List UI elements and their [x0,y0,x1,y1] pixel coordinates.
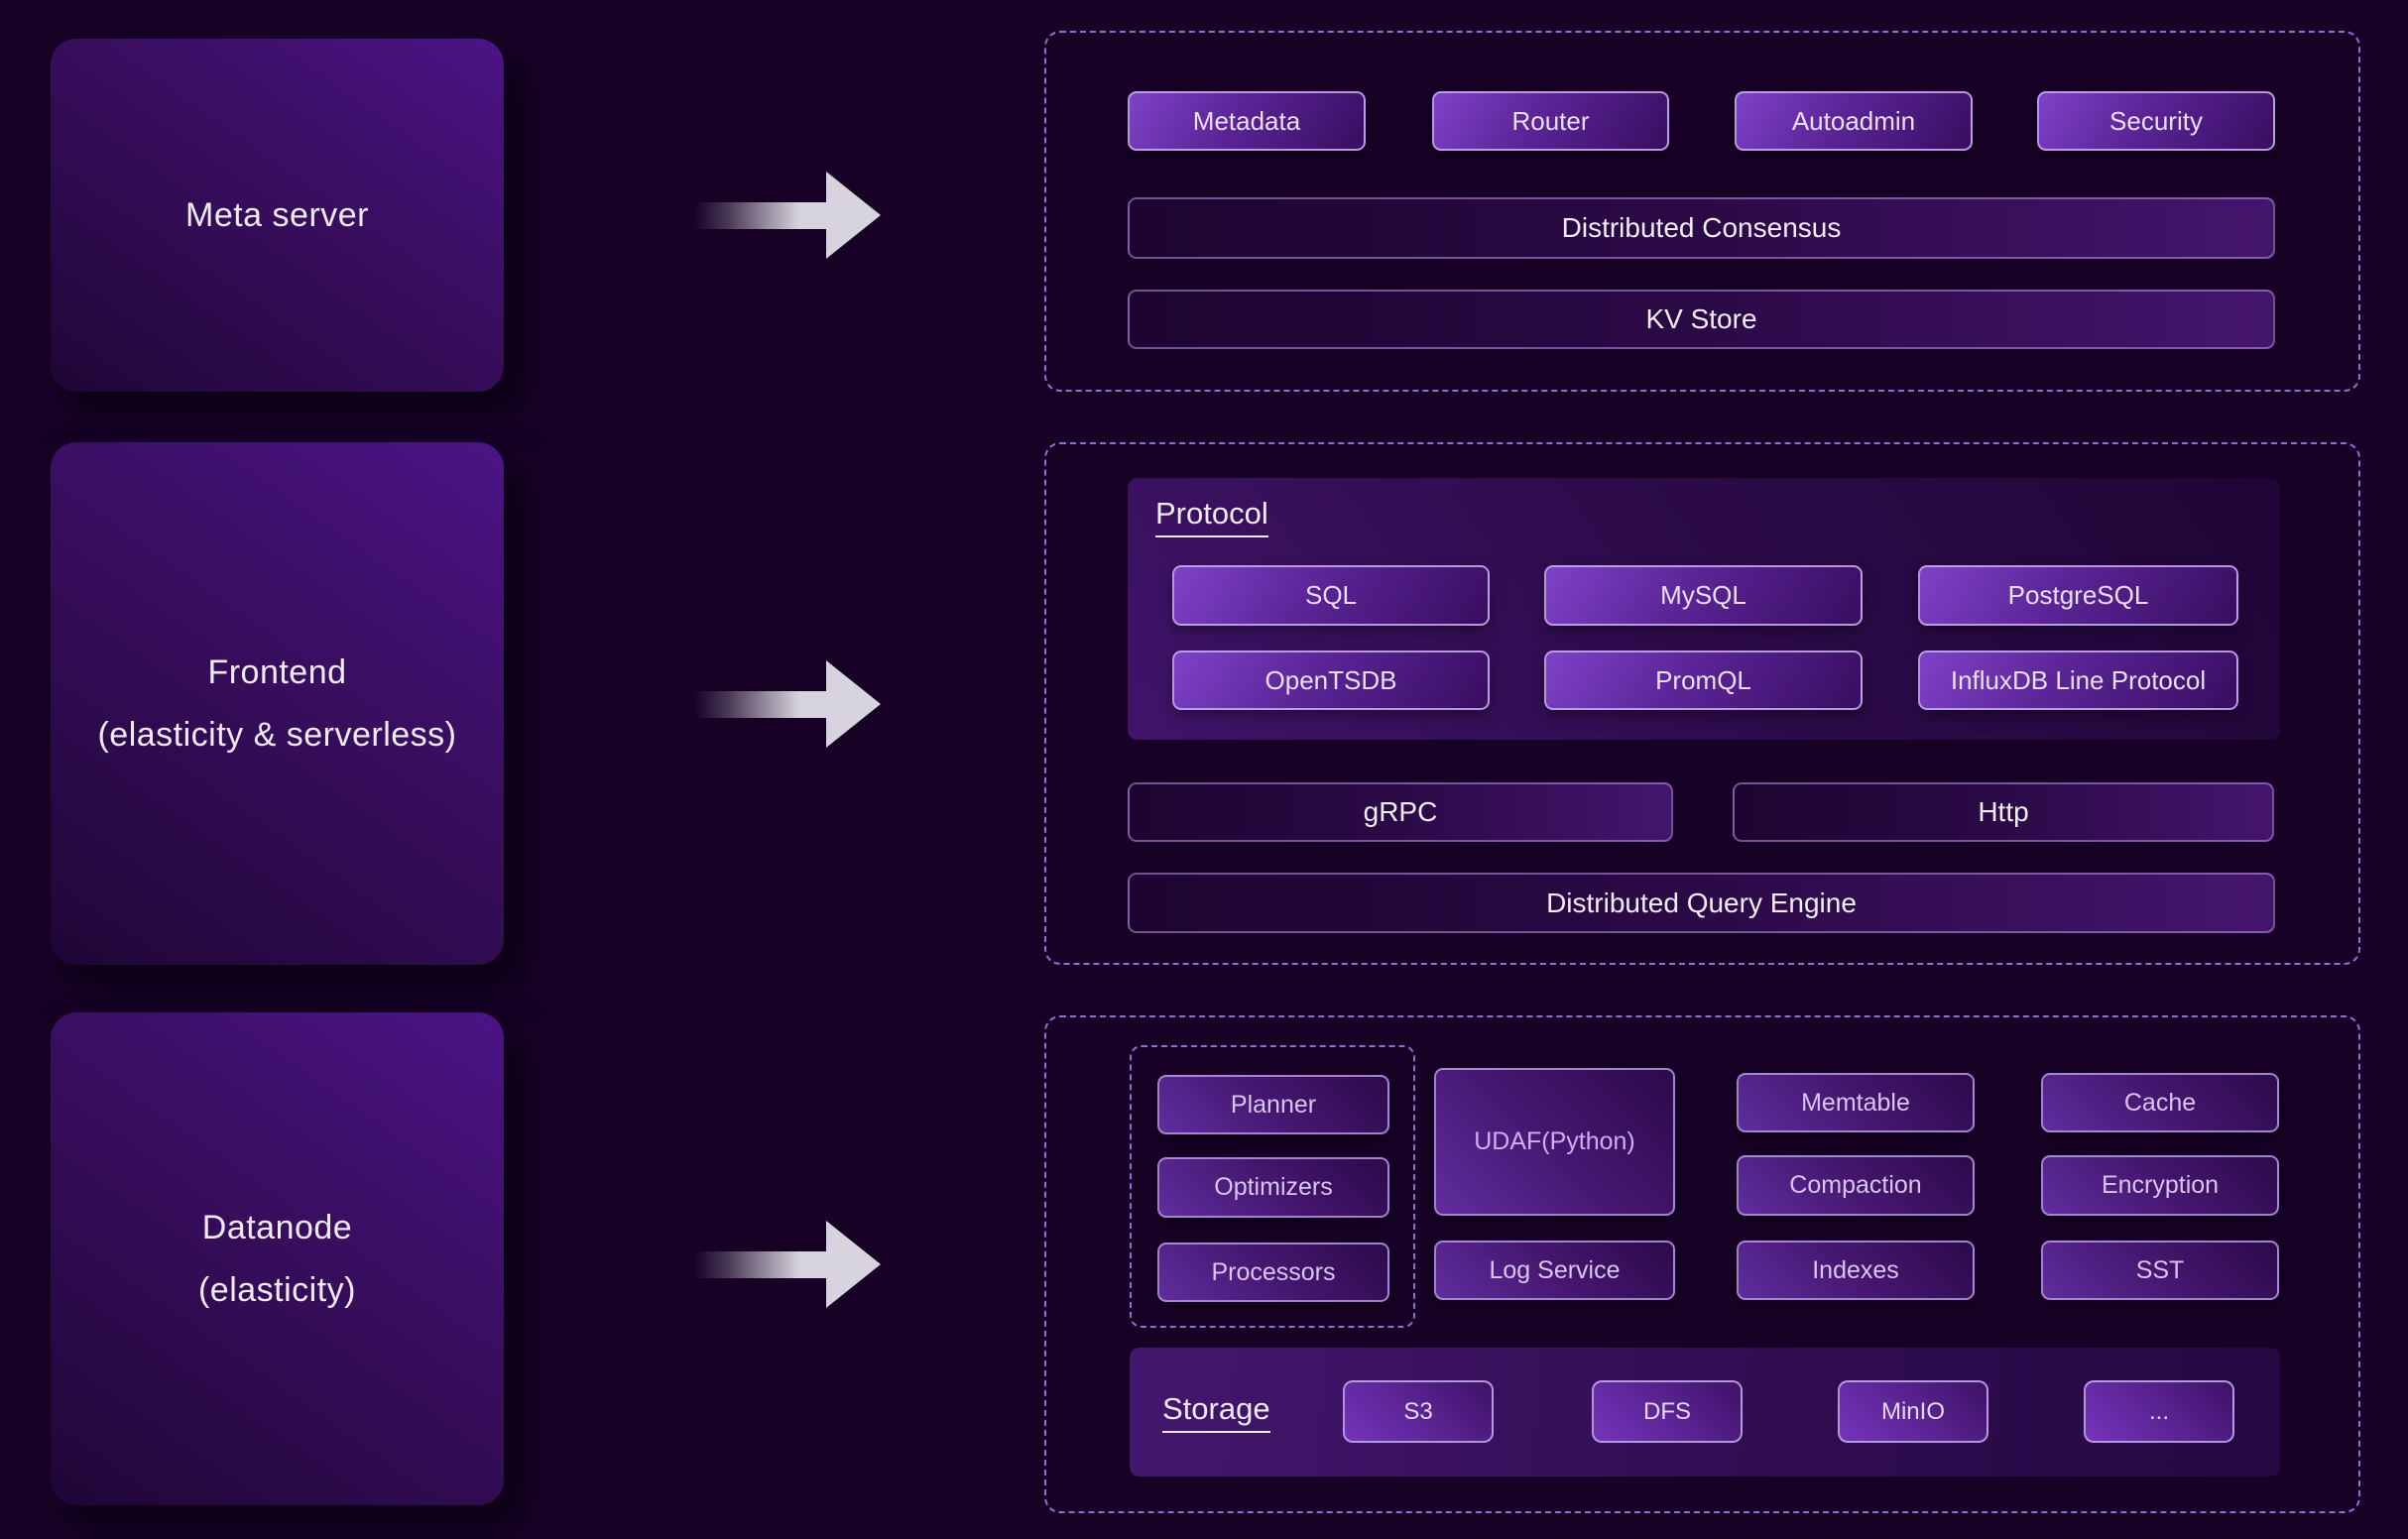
datanode-box: Datanode (elasticity) [51,1012,504,1505]
frontend-box: Frontend (elasticity & serverless) [51,442,504,965]
protocol-panel: Protocol SQL MySQL PostgreSQL OpenTSDB P… [1128,478,2280,740]
arrow-right-icon [694,660,881,748]
node-optimizers: Optimizers [1157,1157,1389,1218]
node-mysql: MySQL [1544,565,1863,626]
node-promql: PromQL [1544,651,1863,710]
datanode-group: Planner Optimizers Processors UDAF(Pytho… [1044,1015,2360,1513]
distributed-query-engine-bar: Distributed Query Engine [1128,873,2275,933]
arrow-shaft [694,202,826,229]
arrow-shaft [694,691,826,718]
node-router: Router [1432,91,1669,151]
grpc-bar: gRPC [1128,782,1673,842]
meta-server-title: Meta server [185,184,369,247]
node-opentsdb: OpenTSDB [1172,651,1490,710]
node-memtable: Memtable [1737,1073,1975,1132]
node-dfs: DFS [1592,1380,1743,1443]
arrow-right-icon [694,172,881,259]
datanode-title: Datanode [202,1197,352,1259]
http-bar: Http [1733,782,2274,842]
datanode-subtitle: (elasticity) [198,1259,356,1322]
kv-store-bar: KV Store [1128,290,2275,349]
node-sql: SQL [1172,565,1490,626]
meta-server-group: Metadata Router Autoadmin Security Distr… [1044,31,2360,392]
node-influxdb-line-protocol: InfluxDB Line Protocol [1918,651,2238,710]
storage-panel: Storage S3 DFS MinIO ... [1130,1348,2280,1477]
node-cache: Cache [2041,1073,2279,1132]
node-more: ... [2084,1380,2234,1443]
node-s3: S3 [1343,1380,1494,1443]
arrow-head [826,172,881,259]
node-indexes: Indexes [1737,1241,1975,1300]
arrow-right-icon [694,1221,881,1308]
node-log-service: Log Service [1434,1241,1675,1300]
arrow-head [826,1221,881,1308]
node-security: Security [2037,91,2275,151]
node-compaction: Compaction [1737,1155,1975,1216]
protocol-title: Protocol [1155,496,1268,537]
node-planner: Planner [1157,1075,1389,1134]
node-metadata: Metadata [1128,91,1366,151]
node-encryption: Encryption [2041,1155,2279,1216]
node-sst: SST [2041,1241,2279,1300]
frontend-subtitle: (elasticity & serverless) [97,704,456,767]
meta-server-box: Meta server [51,39,504,392]
query-processing-group: Planner Optimizers Processors [1130,1045,1415,1328]
arrow-shaft [694,1251,826,1278]
udaf-python-box: UDAF(Python) [1434,1068,1675,1216]
node-processors: Processors [1157,1243,1389,1302]
node-postgresql: PostgreSQL [1918,565,2238,626]
distributed-consensus-bar: Distributed Consensus [1128,197,2275,259]
frontend-title: Frontend [207,642,346,704]
arrow-head [826,660,881,748]
frontend-group: Protocol SQL MySQL PostgreSQL OpenTSDB P… [1044,442,2360,965]
node-autoadmin: Autoadmin [1735,91,1973,151]
node-minio: MinIO [1838,1380,1988,1443]
storage-title: Storage [1162,1391,1270,1433]
